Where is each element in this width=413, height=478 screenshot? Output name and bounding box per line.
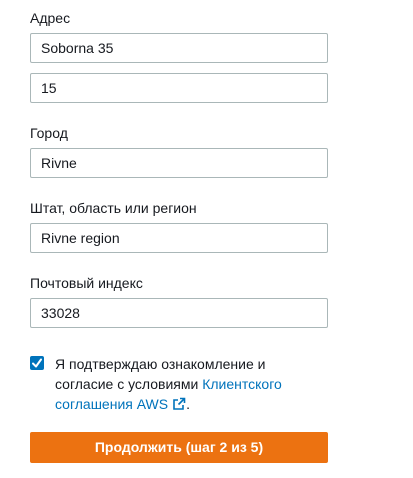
external-link-icon xyxy=(173,397,186,410)
city-input[interactable] xyxy=(30,148,328,178)
checkmark-icon xyxy=(32,358,42,368)
postal-code-label: Почтовый индекс xyxy=(30,275,143,291)
agreement-checkbox[interactable] xyxy=(30,356,44,370)
agreement-text-after: . xyxy=(186,396,190,412)
agreement-text: Я подтверждаю ознакомление и согласие с … xyxy=(55,354,305,414)
state-input[interactable] xyxy=(30,223,328,253)
address-line1-input[interactable] xyxy=(30,33,328,63)
postal-code-input[interactable] xyxy=(30,298,328,328)
state-label: Штат, область или регион xyxy=(30,200,197,216)
continue-button[interactable]: Продолжить (шаг 2 из 5) xyxy=(30,432,328,463)
address-line2-input[interactable] xyxy=(30,73,328,103)
city-label: Город xyxy=(30,125,68,141)
address-label: Адрес xyxy=(30,10,71,26)
